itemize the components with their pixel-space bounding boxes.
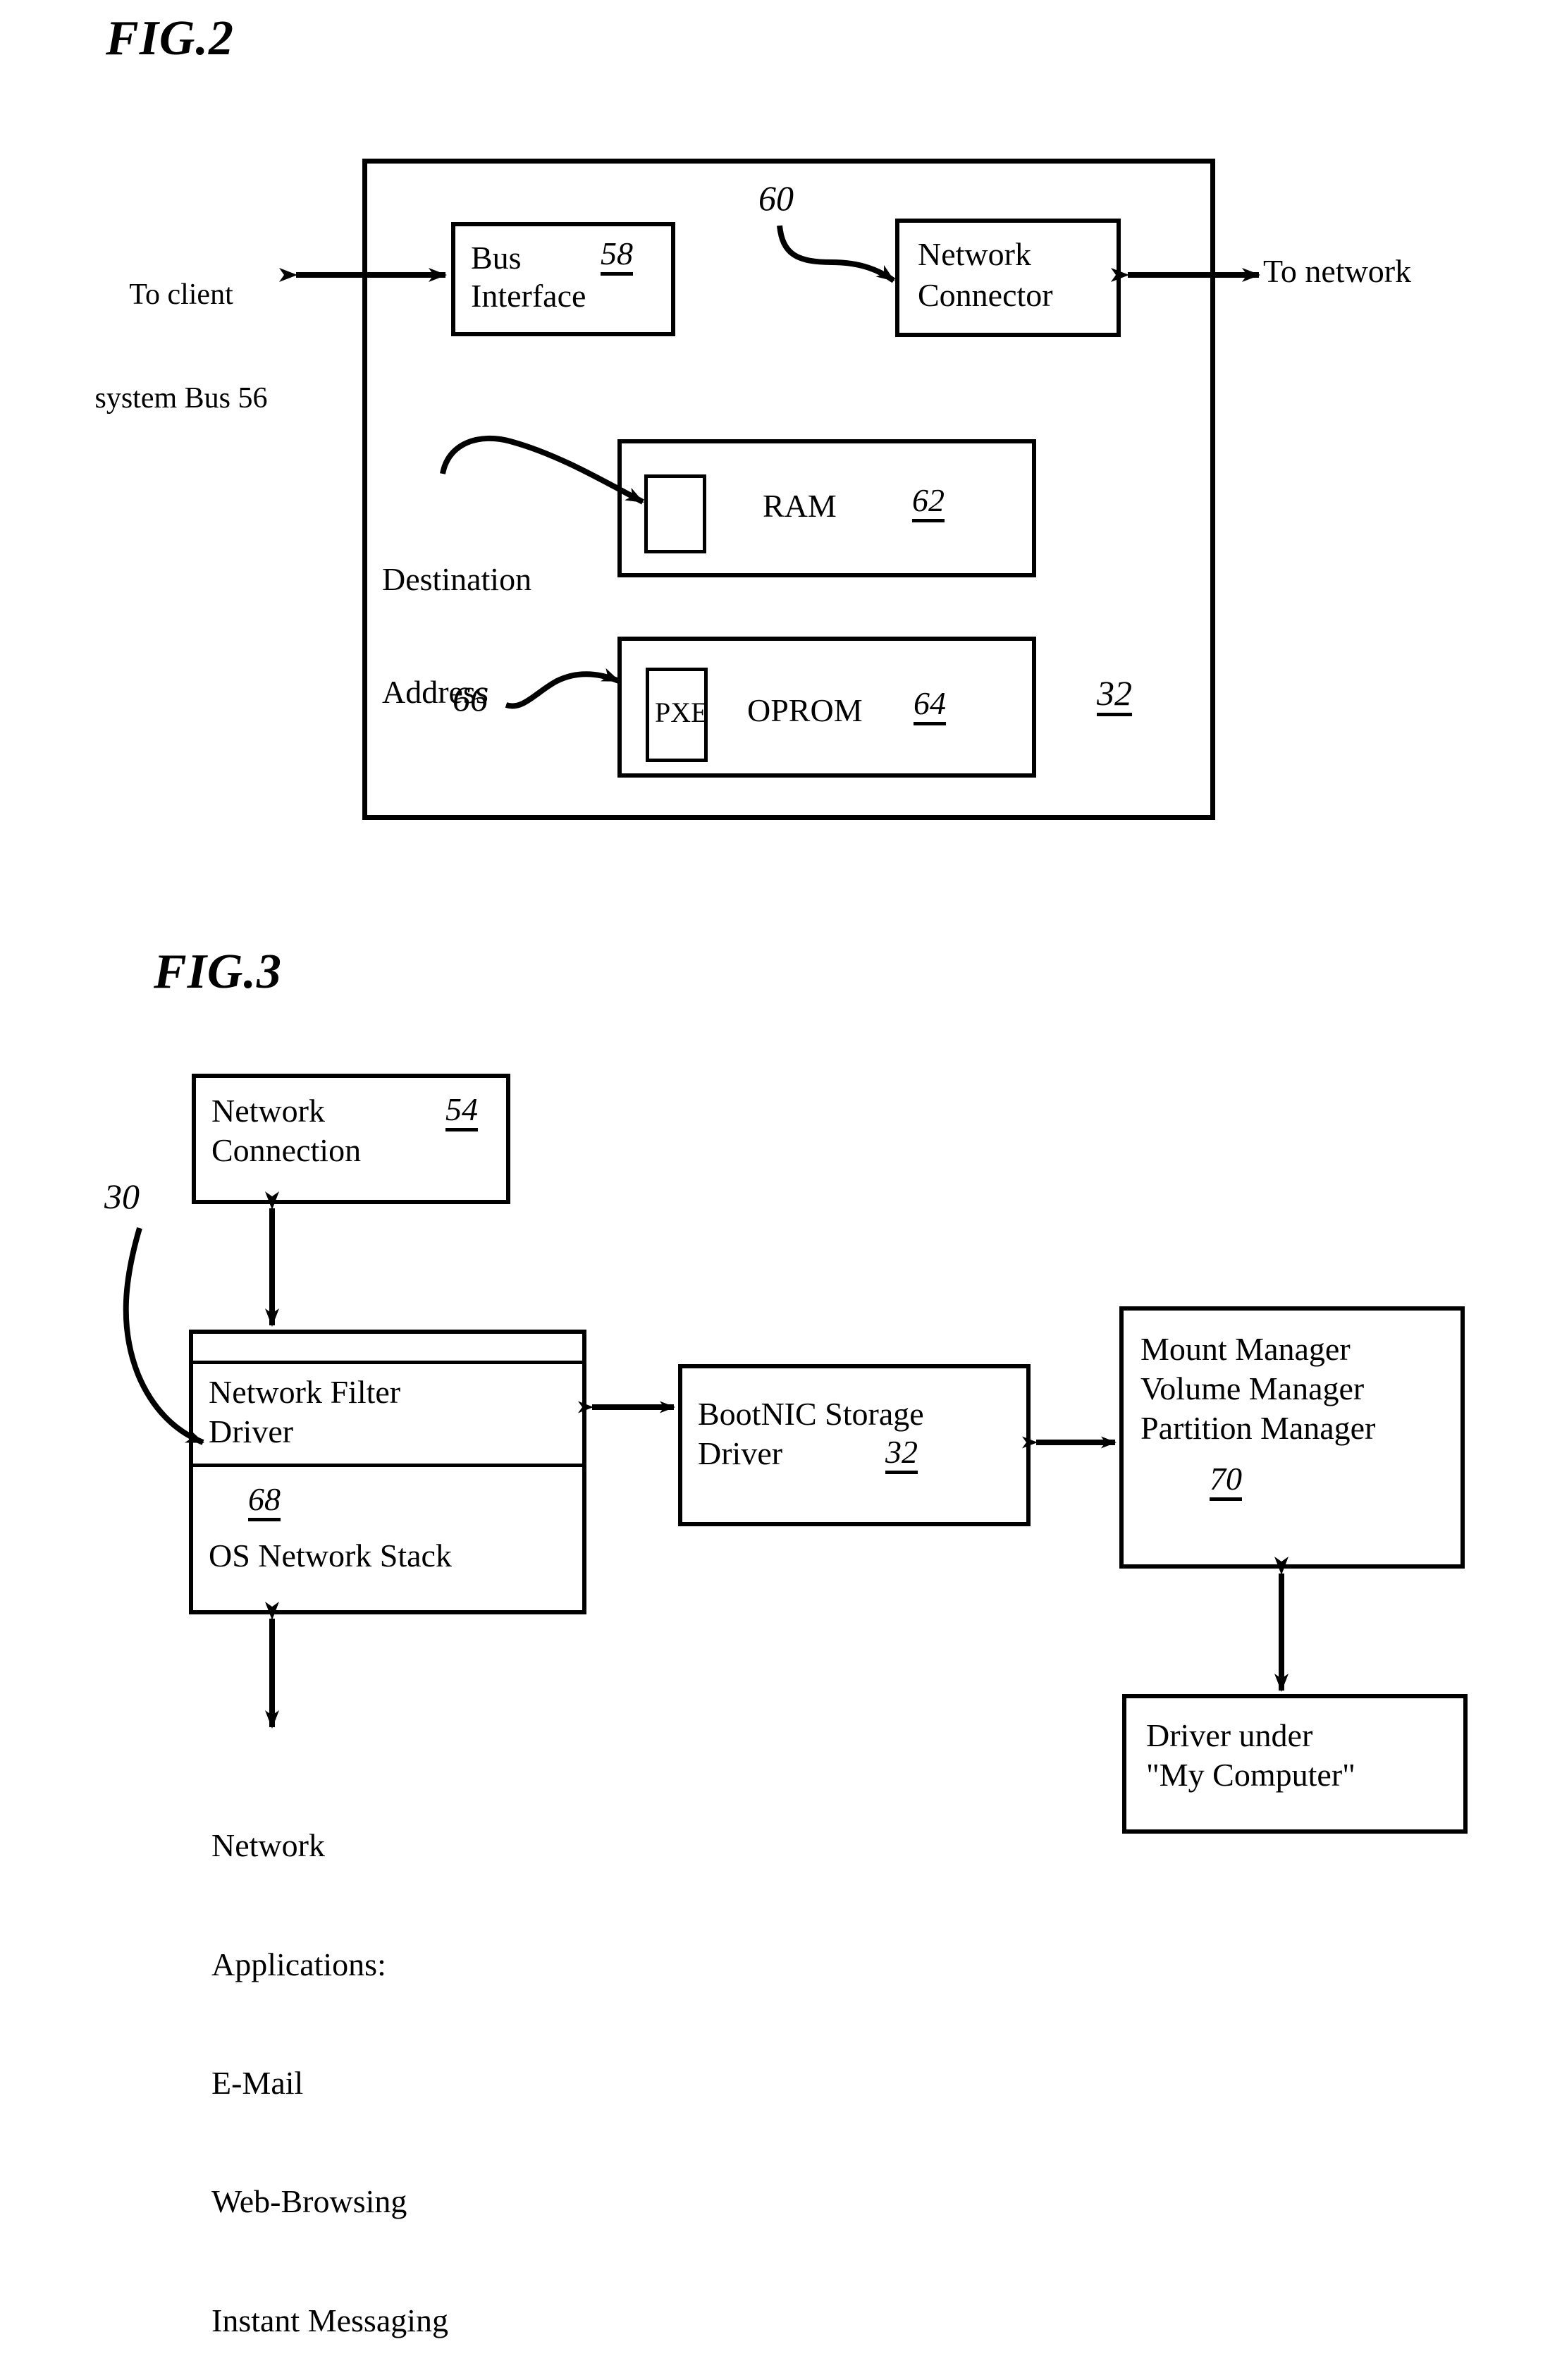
os-network-stack-ref: 68 [248,1483,281,1521]
network-connector-label-line2: Connector [918,277,1053,313]
network-connection-line2: Connection [211,1132,362,1168]
pxe-cell: PXE [646,668,708,762]
network-applications-line5: Instant Messaging [211,2302,449,2338]
to-client-line2: system Bus 56 [94,381,268,415]
network-connector-callout-ref: 60 [758,178,794,218]
pxe-label: PXE [655,697,708,728]
network-applications-list: Network Applications: E-Mail Web-Browsin… [211,1747,448,2380]
mount-manager-label: Mount Manager [1140,1331,1351,1367]
network-connector-box: Network Connector [895,219,1121,337]
figure-3-title: FIG.3 [154,945,282,999]
network-applications-line4: Web-Browsing [211,2183,407,2220]
managers-ref: 70 [1210,1463,1242,1501]
bootnic-storage-driver-line1: BootNIC Storage [698,1396,924,1432]
oprom-ref: 64 [914,687,946,725]
fig2-left-terminal-label: To client system Bus 56 [65,209,297,450]
fig2-right-terminal-label: To network [1263,253,1412,289]
ram-destination-address-cell [644,474,706,553]
network-applications-line3: E-Mail [211,2064,304,2101]
bus-interface-label-line1: Bus [471,240,522,276]
bootnic-storage-driver-line2: Driver [698,1435,783,1471]
fig2-enclosure-ref: 32 [1097,675,1132,716]
oprom-label: OPROM [747,692,863,728]
ram-box: RAM 62 [617,439,1036,577]
network-filter-driver-line2: Driver [209,1413,294,1449]
figure-2-title: FIG.2 [106,11,234,66]
os-network-stack-label: OS Network Stack [209,1538,452,1574]
to-client-line1: To client [129,278,233,312]
driver-my-computer-line1: Driver under [1146,1717,1313,1753]
bus-interface-ref: 58 [601,238,633,276]
network-connection-box: Network Connection 54 [192,1074,510,1204]
network-applications-line2: Applications: [211,1946,386,1982]
network-connector-label-line1: Network [918,236,1031,272]
network-connection-line1: Network [211,1093,325,1129]
network-applications-line1: Network [211,1827,325,1864]
network-filter-driver-divider [193,1464,582,1467]
partition-manager-label: Partition Manager [1140,1410,1376,1446]
network-connection-ref: 54 [445,1093,478,1131]
pxe-callout-ref: 66 [453,679,488,718]
network-filter-driver-box: Network Filter Driver 68 OS Network Stac… [189,1330,586,1614]
bootnic-storage-driver-ref: 32 [885,1436,918,1474]
ram-label: RAM [763,488,837,524]
bootnic-storage-driver-box: BootNIC Storage Driver 32 [678,1364,1031,1526]
ram-ref: 62 [912,484,945,522]
network-filter-driver-top-strip [193,1361,582,1364]
bus-interface-box: Bus Interface 58 [451,222,675,336]
oprom-box: PXE OPROM 64 [617,637,1036,778]
destination-address-line1: Destination [382,560,532,597]
managers-box: Mount Manager Volume Manager Partition M… [1119,1306,1465,1569]
network-filter-driver-line1: Network Filter [209,1374,401,1410]
driver-my-computer-line2: "My Computer" [1146,1757,1355,1793]
driver-my-computer-box: Driver under "My Computer" [1122,1694,1468,1834]
bus-interface-label-line2: Interface [471,278,586,314]
volume-manager-label: Volume Manager [1140,1370,1365,1406]
fig3-diagram-ref: 30 [104,1177,140,1216]
